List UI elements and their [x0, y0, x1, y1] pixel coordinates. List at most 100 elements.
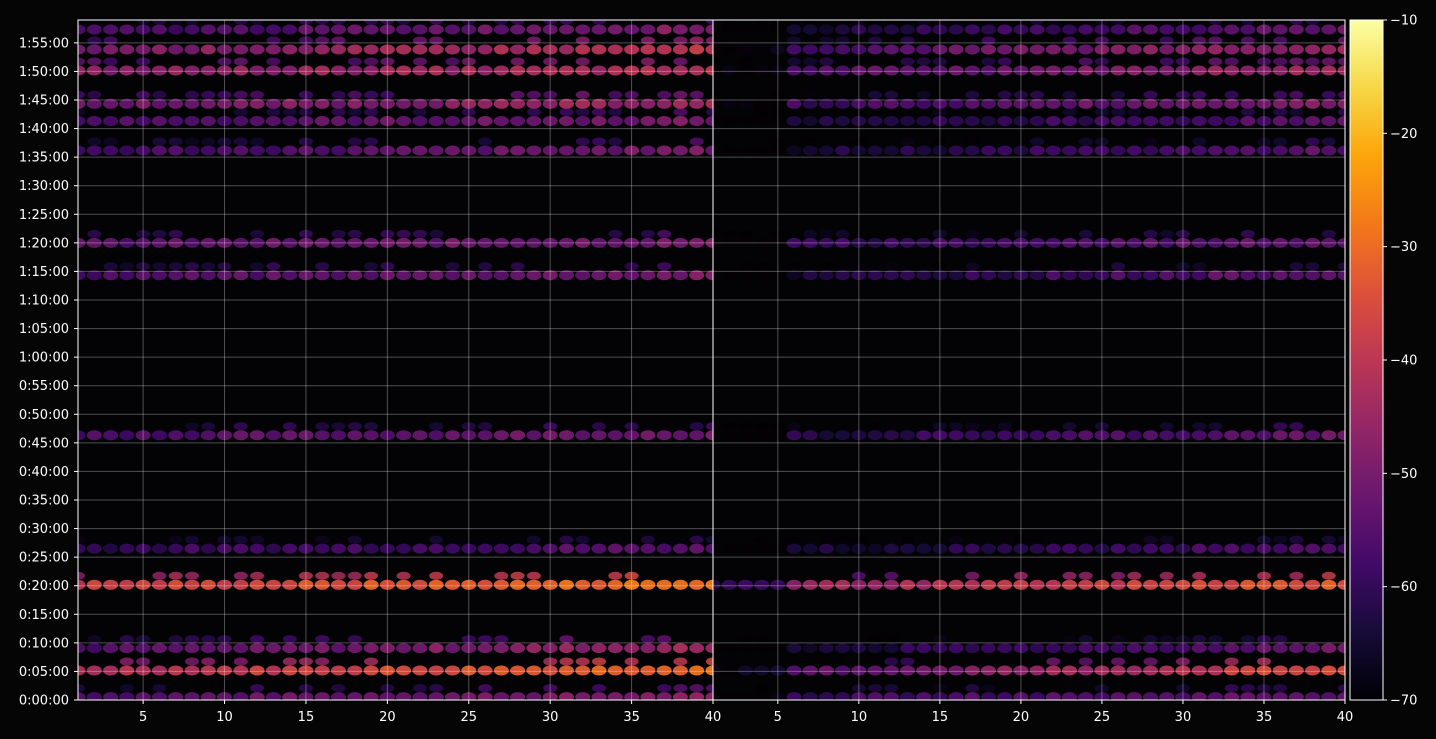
spectrogram-cell: [103, 262, 118, 271]
x-tick-label: 5: [774, 710, 782, 725]
spectrogram-cell: [331, 579, 346, 590]
spectrogram-cell: [151, 44, 167, 55]
spectrogram-cell: [964, 145, 980, 156]
spectrogram-cell: [493, 24, 509, 35]
spectrogram-cell: [168, 543, 184, 554]
y-tick-label: 0:00:00: [19, 694, 69, 709]
spectrogram-cell: [754, 635, 769, 644]
spectrogram-cell: [672, 24, 688, 35]
spectrogram-cell: [347, 90, 362, 99]
spectrogram-cell: [673, 90, 688, 99]
spectrogram-cell: [559, 635, 574, 644]
spectrogram-cell: [867, 116, 883, 126]
spectrogram-cell: [526, 145, 542, 156]
spectrogram-cell: [592, 108, 606, 116]
spectrogram-cell: [1078, 665, 1094, 676]
spectrogram-cell: [575, 137, 590, 146]
spectrogram-cell: [282, 543, 298, 554]
spectrogram-cell: [737, 116, 753, 126]
spectrogram-cell: [510, 90, 525, 99]
spectrogram-cell: [1062, 116, 1077, 126]
spectrogram-cell: [981, 24, 996, 35]
colorbar-tick-label: −30: [1390, 240, 1417, 255]
spectrogram-cell: [1062, 665, 1077, 676]
spectrogram-cell: [1029, 665, 1045, 676]
y-tick-label: 1:50:00: [19, 65, 69, 80]
spectrogram-cell: [86, 145, 102, 156]
spectrogram-cell: [819, 57, 834, 66]
spectrogram-cell: [510, 145, 526, 156]
spectrogram-cell: [575, 65, 591, 76]
spectrogram-cell: [119, 579, 135, 590]
spectrogram-cell: [185, 635, 199, 644]
spectrogram-cell: [445, 665, 460, 676]
spectrogram-cell: [1127, 571, 1142, 580]
spectrogram-cell: [347, 116, 363, 126]
spectrogram-cell: [1078, 430, 1094, 441]
spectrogram-cell: [1305, 65, 1321, 76]
spectrogram-cell: [559, 145, 574, 156]
spectrogram-cell: [412, 44, 428, 55]
spectrogram-cell: [900, 57, 915, 66]
spectrogram-cell: [1321, 571, 1336, 580]
spectrogram-cell: [1288, 44, 1304, 55]
spectrogram-cell: [314, 579, 330, 590]
spectrogram-cell: [884, 108, 899, 116]
spectrogram-cell: [119, 657, 134, 666]
spectrogram-cell: [526, 579, 542, 590]
spectrogram-cell: [900, 543, 915, 554]
spectrogram-cell: [883, 116, 899, 126]
x-tick-label: 25: [460, 710, 477, 725]
spectrogram-cell: [347, 65, 363, 76]
spectrogram-cell: [1305, 57, 1320, 66]
spectrogram-cell: [249, 430, 265, 441]
spectrogram-cell: [526, 108, 541, 116]
spectrogram-cell: [1030, 90, 1045, 99]
spectrogram-cell: [314, 430, 330, 441]
spectrogram-cell: [265, 65, 281, 76]
spectrogram-cell: [802, 643, 818, 654]
spectrogram-cell: [803, 90, 818, 99]
spectrogram-cell: [1192, 422, 1207, 431]
spectrogram-cell: [412, 116, 428, 126]
spectrogram-cell: [948, 145, 964, 156]
spectrogram-cell: [1143, 137, 1158, 146]
spectrogram-cell: [200, 44, 216, 55]
spectrogram-cell: [1159, 422, 1174, 431]
spectrogram-cell: [282, 579, 298, 590]
spectrogram-cell: [428, 579, 444, 590]
spectrogram-cell: [981, 422, 996, 431]
spectrogram-cell: [185, 90, 199, 99]
spectrogram-cell: [168, 137, 183, 146]
spectrogram-cell: [607, 145, 623, 156]
spectrogram-cell: [1143, 44, 1158, 55]
spectrogram-cell: [1045, 430, 1061, 441]
spectrogram-cell: [1078, 108, 1093, 116]
spectrogram-cell: [1110, 643, 1126, 654]
spectrogram-cell: [1126, 116, 1142, 126]
spectrogram-cell: [1159, 145, 1175, 156]
spectrogram-cell: [803, 57, 818, 66]
spectrogram-cell: [916, 543, 932, 554]
spectrogram-cell: [119, 635, 134, 644]
x-tick-label: 20: [379, 710, 396, 725]
spectrogram-cell: [1110, 579, 1126, 590]
spectrogram-cell: [737, 65, 753, 76]
spectrogram-cell: [883, 44, 899, 55]
spectrogram-cell: [1143, 145, 1158, 156]
spectrogram-cell: [510, 57, 525, 66]
spectrogram-cell: [1159, 116, 1175, 126]
spectrogram-cell: [1029, 44, 1045, 55]
spectrogram-cell: [233, 422, 248, 431]
spectrogram-cell: [754, 116, 770, 126]
spectrogram-cell: [559, 108, 574, 116]
spectrogram-cell: [265, 145, 281, 156]
x-tick-label: 30: [542, 710, 559, 725]
spectrogram-cell: [103, 665, 119, 676]
spectrogram-cell: [1321, 430, 1337, 441]
spectrogram-cell: [900, 116, 915, 126]
spectrogram-cell: [964, 430, 980, 441]
colorbar-tick-label: −50: [1390, 467, 1417, 482]
spectrogram-cell: [1192, 137, 1207, 146]
spectrogram-cell: [103, 65, 119, 76]
